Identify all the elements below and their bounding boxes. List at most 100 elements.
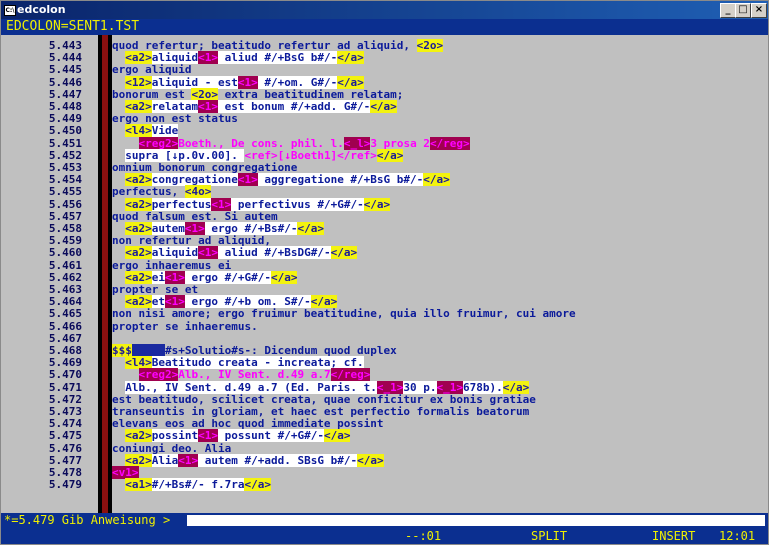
text-line[interactable]: $$$ #s+Solutio#s-: Dicendum quod duplex bbox=[112, 344, 762, 357]
highlighted-text: autem #/+add. SBsG b#/- bbox=[198, 453, 358, 467]
text-line[interactable]: <12>aliquid - est<1> #/+om. G#/-</a> bbox=[112, 75, 762, 89]
text-line[interactable]: <reg2>Boeth., De cons. phil. l.<_l>3 pro… bbox=[112, 136, 762, 150]
line-number-label: 5.452 bbox=[48, 148, 82, 162]
text-segment bbox=[112, 295, 125, 308]
text-line[interactable]: <a2>ei<1> ergo #/+G#/-</a> bbox=[112, 270, 762, 284]
text-area[interactable]: quod refertur; beatitudo refertur ad ali… bbox=[112, 35, 768, 513]
text-line[interactable]: coniungi deo. Alia bbox=[112, 443, 762, 454]
text-line[interactable]: propter se et bbox=[112, 284, 762, 295]
text-segment bbox=[112, 76, 125, 89]
line-number: 5.453 bbox=[1, 162, 98, 173]
highlighted-text: est bonum #/+add. G#/- bbox=[217, 100, 371, 113]
markup-tag: <1> bbox=[211, 197, 232, 211]
text-line[interactable]: non nisi amore; ergo fruimur beatitudine… bbox=[112, 308, 762, 319]
highlighted-text: autem bbox=[151, 222, 185, 235]
text-segment: #s+Solutio#s-: Dicendum quod duplex bbox=[165, 344, 397, 357]
text-line[interactable]: <a2>possint<1> possunt #/+G#/-</a> bbox=[112, 429, 762, 443]
markup-tag: <a2> bbox=[125, 100, 152, 113]
markup-tag: </a> bbox=[502, 380, 530, 394]
text-line[interactable]: <a2>aliquid<1> aliud #/+BsDG#/-</a> bbox=[112, 246, 762, 260]
command-prompt: *=5.479 Gib Anweisung > bbox=[4, 513, 171, 527]
command-input[interactable] bbox=[187, 515, 765, 526]
markup-tag: <_1> bbox=[436, 380, 464, 394]
text-line[interactable]: propter se inhaeremus. bbox=[112, 321, 762, 332]
text-line[interactable]: est beatitudo, scilicet creata, quae con… bbox=[112, 394, 762, 405]
text-segment bbox=[112, 100, 125, 113]
line-number: 5.472 bbox=[1, 394, 98, 405]
text-line[interactable]: <a2>et<1> ergo #/+b om. S#/-</a> bbox=[112, 295, 762, 309]
text-line[interactable]: <a2>relatam<1> est bonum #/+add. G#/-</a… bbox=[112, 100, 762, 113]
highlighted-text: #/+Bs#/- f.7ra bbox=[151, 478, 245, 492]
text-line[interactable]: <a2>Alia<1> autem #/+add. SBsG b#/-</a> bbox=[112, 453, 762, 467]
text-line[interactable] bbox=[112, 333, 762, 344]
text-line[interactable]: ergo non est status bbox=[112, 113, 762, 124]
text-line[interactable]: quod refertur; beatitudo refertur ad ali… bbox=[112, 39, 762, 52]
cursor-block bbox=[131, 344, 165, 357]
app-icon[interactable]: C:\ bbox=[4, 5, 16, 16]
text-segment bbox=[112, 368, 139, 381]
line-number: 5.447 bbox=[1, 89, 98, 100]
text-line[interactable]: <a1>#/+Bs#/- f.7ra</a> bbox=[112, 478, 762, 492]
text-line[interactable]: <reg2>Alb., IV Sent. d.49 a.7</reg> bbox=[112, 368, 762, 382]
mode-line: --:01 SPLIT INSERT 12:01 bbox=[1, 528, 768, 544]
markup-tag: <1> bbox=[165, 270, 185, 284]
markup-tag: <a1> bbox=[125, 478, 152, 492]
file-status-line: EDCOLON=SENT1.TST bbox=[1, 19, 768, 35]
text-line[interactable]: ergo aliquid bbox=[112, 64, 762, 75]
line-number-label: 5.447 bbox=[48, 87, 82, 101]
highlighted-text: ei bbox=[151, 270, 165, 284]
markup-tag: </a> bbox=[297, 222, 324, 235]
minimize-button[interactable]: _ bbox=[720, 3, 736, 18]
line-number-label: 5.468 bbox=[48, 344, 82, 357]
line-number: 5.464 bbox=[1, 296, 98, 307]
text-line[interactable]: <l4>Vide bbox=[112, 124, 762, 138]
markup-tag: <a2> bbox=[125, 197, 152, 211]
maximize-button[interactable]: □ bbox=[735, 3, 751, 18]
line-number-label: 5.446 bbox=[48, 75, 82, 89]
text-line[interactable]: Alb., IV Sent. d.49 a.7 (Ed. Paris. t.<_… bbox=[112, 380, 762, 394]
line-number-label: 5.474 bbox=[48, 417, 82, 431]
command-line[interactable]: *=5.479 Gib Anweisung > bbox=[1, 513, 768, 528]
highlighted-text: Vide bbox=[151, 124, 179, 138]
markup-tag: <a2> bbox=[125, 51, 152, 65]
line-number-label: 5.454 bbox=[48, 173, 82, 187]
line-number-label: 5.455 bbox=[48, 185, 82, 199]
line-number: 5.468 bbox=[1, 345, 98, 356]
line-number: 5.444 bbox=[1, 52, 98, 63]
file-name: EDCOLON=SENT1.TST bbox=[6, 19, 140, 34]
text-line[interactable]: <a2>congregatione<1> aggregatione #/+BsG… bbox=[112, 173, 762, 187]
text-line[interactable]: perfectus, <4o> bbox=[112, 185, 762, 199]
text-line[interactable]: transeuntis in gloriam, et haec est perf… bbox=[112, 406, 762, 417]
text-line[interactable]: supra [↓p.0v.00]. <ref>[↓Boeth1]</ref></… bbox=[112, 148, 762, 162]
text-line[interactable]: elevans eos ad hoc quod immediate possin… bbox=[112, 418, 762, 429]
text-line[interactable]: <a2>perfectus<1> perfectivus #/+G#/-</a> bbox=[112, 197, 762, 211]
text-line[interactable]: non refertur ad aliquid, bbox=[112, 235, 762, 246]
text-line[interactable]: <a2>autem<1> ergo #/+Bs#/-</a> bbox=[112, 222, 762, 235]
text-line[interactable]: <v1> bbox=[112, 466, 762, 479]
text-segment: extra beatitudinem relatam; bbox=[217, 87, 404, 101]
text-segment: propter se inhaeremus. bbox=[112, 319, 258, 333]
line-number-label: 5.465 bbox=[48, 307, 82, 321]
reference-text: Alb., IV Sent. d.49 a.7 bbox=[178, 368, 331, 382]
line-number: 5.452 bbox=[1, 150, 98, 161]
line-number: 5.475 bbox=[1, 430, 98, 441]
highlighted-text: aliquid bbox=[151, 51, 199, 65]
line-number-gutter: 5.443 5.444 5.445 5.446 5.447 5.448 5.449 5.450… bbox=[1, 35, 98, 513]
text-line[interactable]: ergo inhaeremus ei bbox=[112, 260, 762, 271]
markup-tag: <1> bbox=[198, 246, 218, 260]
text-line[interactable]: omnium bonorum congregatione bbox=[112, 162, 762, 173]
title-bar[interactable]: C:\ edcolon _ □ × bbox=[1, 1, 768, 19]
text-line[interactable]: <a2>aliquid<1> aliud #/+BsG b#/-</a> bbox=[112, 51, 762, 65]
text-line[interactable]: <l4>Beatitudo creata - increata; cf. bbox=[112, 356, 762, 370]
line-number: 5.469 bbox=[1, 357, 98, 368]
highlighted-text: ergo #/+Bs#/- bbox=[204, 222, 298, 235]
text-line[interactable]: bonorum est <2o> extra beatitudinem rela… bbox=[112, 87, 762, 101]
close-button[interactable]: × bbox=[751, 3, 767, 18]
line-number: 5.459 bbox=[1, 235, 98, 246]
line-number-label: 5.477 bbox=[48, 453, 82, 467]
markup-tag: <1> bbox=[178, 453, 199, 467]
text-line[interactable]: quod falsum est. Si autem bbox=[112, 211, 762, 222]
markup-tag: <reg2> bbox=[138, 368, 179, 382]
line-number: 5.457 bbox=[1, 211, 98, 222]
highlighted-text: Beatitudo creata - increata; cf. bbox=[151, 356, 364, 370]
